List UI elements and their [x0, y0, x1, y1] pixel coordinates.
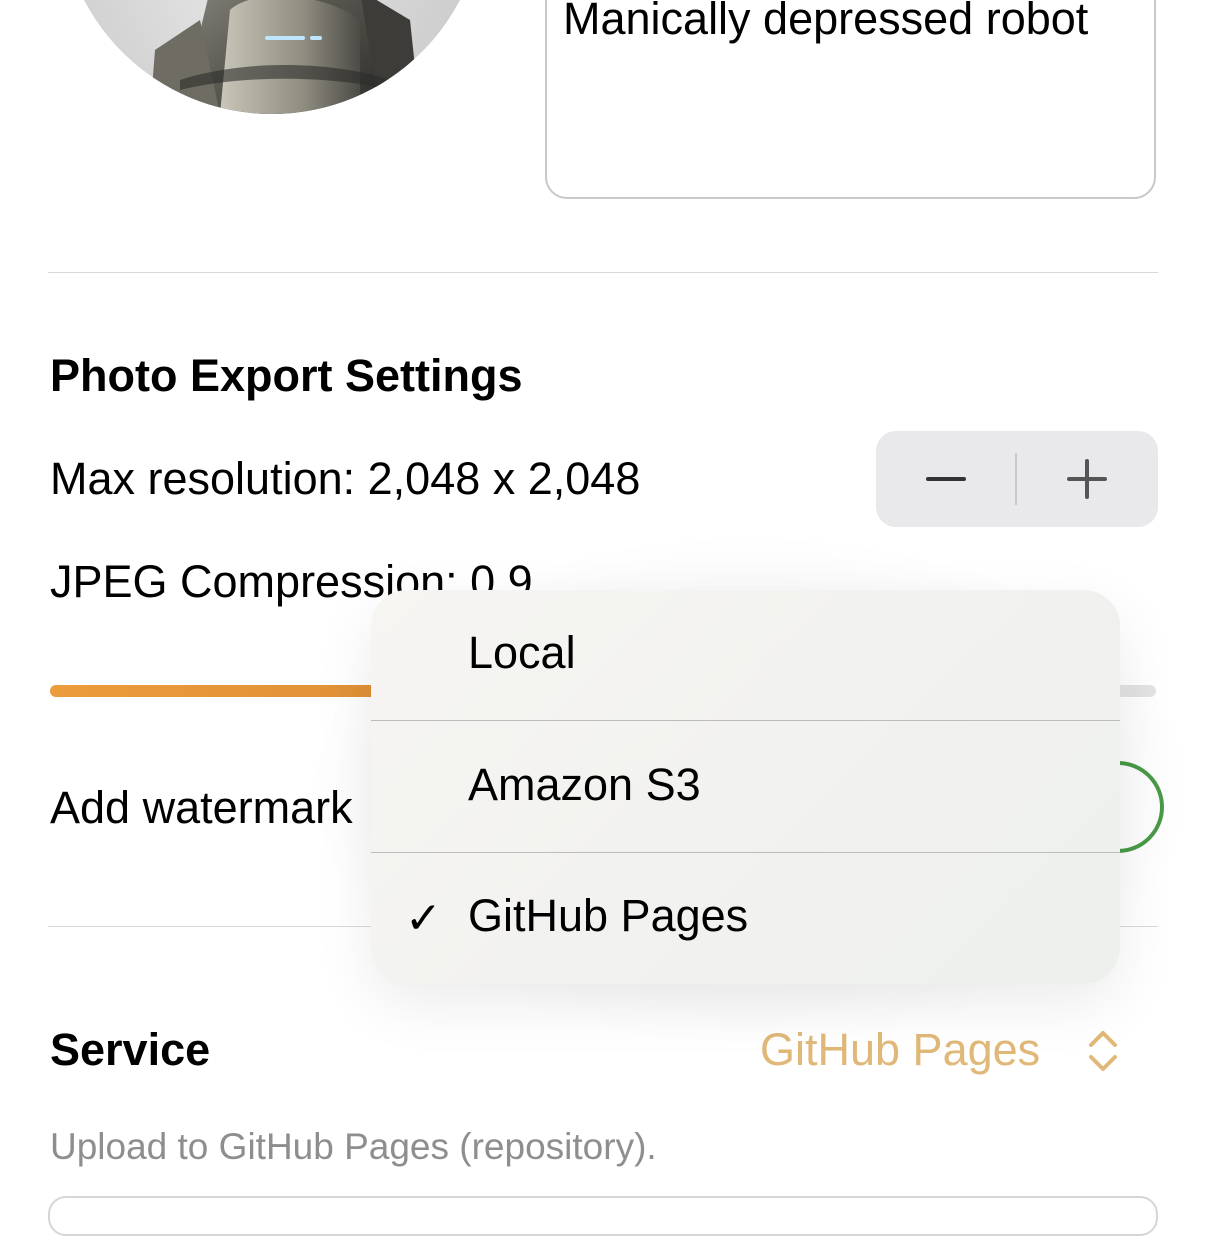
- resolution-stepper: [876, 431, 1158, 527]
- menu-item-local[interactable]: Local: [371, 590, 1120, 721]
- next-field[interactable]: [48, 1196, 1158, 1236]
- menu-item-amazon-s3[interactable]: Amazon S3: [371, 721, 1120, 852]
- service-dropdown-menu: Local Amazon S3 ✓ GitHub Pages: [371, 590, 1120, 984]
- service-label: Service: [50, 1024, 211, 1075]
- divider: [48, 272, 1158, 273]
- settings-page: Manically depressed robot Photo Export S…: [0, 0, 1206, 1236]
- section-title-photo-export: Photo Export Settings: [50, 350, 523, 401]
- menu-item-label: Amazon S3: [468, 759, 701, 810]
- plus-icon: [1067, 459, 1107, 499]
- bio-text: Manically depressed robot: [563, 0, 1089, 44]
- bio-textarea[interactable]: Manically depressed robot: [545, 0, 1156, 199]
- menu-item-label: GitHub Pages: [468, 890, 749, 941]
- avatar[interactable]: [60, 0, 484, 114]
- stepper-minus-button[interactable]: [876, 431, 1016, 527]
- menu-item-github-pages[interactable]: ✓ GitHub Pages: [371, 853, 1120, 984]
- stepper-separator: [1015, 453, 1017, 505]
- max-resolution-label: Max resolution: 2,048 x 2,048: [50, 453, 641, 504]
- minus-icon: [926, 477, 966, 481]
- menu-item-label: Local: [468, 627, 576, 678]
- robot-avatar-image: [150, 0, 420, 114]
- stepper-plus-button[interactable]: [1017, 431, 1157, 527]
- checkmark-icon: ✓: [405, 894, 442, 943]
- service-help-text: Upload to GitHub Pages (repository).: [50, 1126, 657, 1167]
